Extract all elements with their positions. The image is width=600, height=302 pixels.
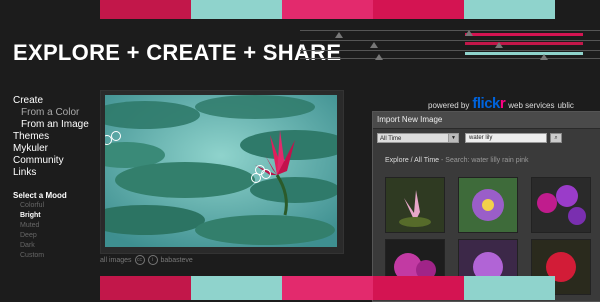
palette-swatch-3 — [282, 0, 373, 19]
palette-swatch-2 — [191, 276, 282, 300]
palette-swatch-1 — [100, 0, 191, 19]
mood-option-muted[interactable]: Muted — [20, 221, 44, 231]
mood-option-custom[interactable]: Custom — [20, 251, 44, 261]
creative-commons-icon: cc — [134, 255, 145, 265]
dialog-title: Import New Image — [373, 112, 600, 129]
slider-handle-icon[interactable] — [540, 54, 548, 60]
nav-item-community[interactable]: Community — [13, 155, 89, 167]
dialog-controls: All Time ▼ water lily ⌕ — [377, 133, 600, 145]
palette-swatch-3 — [282, 276, 373, 300]
powered-by-text: powered by — [428, 101, 470, 110]
results-caption: Explore / All Time - Search: water lilly… — [385, 157, 529, 164]
mood-option-colorful[interactable]: Colorful — [20, 201, 44, 211]
palette-swatch-4 — [373, 276, 464, 300]
headline: EXPLORE + CREATE + SHARE — [13, 40, 342, 65]
mood-option-deep[interactable]: Deep — [20, 231, 44, 241]
time-filter-select[interactable]: All Time ▼ — [377, 133, 459, 143]
powered-by-flickr: powered by flickr web services ublic — [428, 95, 574, 112]
color-picker-handle-icon[interactable] — [111, 131, 121, 141]
palette-swatch-5 — [464, 276, 555, 300]
slider-handle-icon[interactable] — [465, 30, 473, 36]
slider-handle-icon[interactable] — [375, 54, 383, 60]
palette-swatch-5 — [464, 0, 555, 19]
search-icon: ⌕ — [554, 135, 558, 141]
image-canvas[interactable] — [100, 90, 344, 254]
nav-item-links[interactable]: Links — [13, 167, 89, 179]
import-image-dialog: Import New Image All Time ▼ water lily ⌕… — [372, 111, 600, 302]
palette-swatch-2 — [191, 0, 282, 19]
credit-prefix: all images — [100, 256, 132, 264]
mood-option-bright[interactable]: Bright — [20, 211, 44, 221]
mood-list: Colorful Bright Muted Deep Dark Custom — [20, 201, 44, 261]
search-button[interactable]: ⌕ — [550, 133, 562, 143]
mood-title: Select a Mood — [13, 191, 67, 200]
top-palette-bar — [100, 0, 555, 19]
nav-item-from-color[interactable]: From a Color — [13, 107, 89, 119]
chevron-down-icon[interactable]: ▼ — [448, 134, 458, 142]
caption-detail: - Search: water lilly rain pink — [439, 157, 529, 164]
mood-option-dark[interactable]: Dark — [20, 241, 44, 251]
main-nav: Create From a Color From an Image Themes… — [13, 95, 89, 179]
cropped-text: ublic — [557, 101, 574, 110]
thumbnail-pink-lily[interactable] — [385, 177, 445, 233]
attribution-icon: i — [147, 255, 158, 265]
nav-item-from-image[interactable]: From an Image — [13, 119, 89, 131]
water-lily-photo[interactable] — [105, 95, 337, 247]
time-filter-value: All Time — [380, 136, 402, 142]
nav-item-create[interactable]: Create — [13, 95, 89, 107]
slider-handle-icon[interactable] — [495, 42, 503, 48]
slider-handle-icon[interactable] — [370, 42, 378, 48]
color-sliders — [300, 26, 600, 66]
nav-item-mykuler[interactable]: Mykuler — [13, 143, 89, 155]
flickr-logo: flickr — [472, 95, 506, 112]
bottom-palette-bar — [100, 276, 555, 300]
slider-handle-icon[interactable] — [335, 32, 343, 38]
image-search-input[interactable]: water lily — [465, 133, 547, 143]
thumbnail-purple-lily[interactable] — [458, 177, 518, 233]
credit-author[interactable]: babasteve — [161, 257, 193, 264]
palette-swatch-4 — [373, 0, 464, 19]
color-picker-handle-icon[interactable] — [261, 169, 271, 179]
photo-credit: all images cc i babasteve — [100, 255, 193, 265]
nav-item-themes[interactable]: Themes — [13, 131, 89, 143]
caption-main: Explore / All Time — [385, 157, 440, 164]
palette-swatch-1 — [100, 276, 191, 300]
web-services-text: web services — [508, 101, 555, 110]
color-picker-handle-icon[interactable] — [251, 173, 261, 183]
thumbnail-purple-blossoms[interactable] — [531, 177, 591, 233]
